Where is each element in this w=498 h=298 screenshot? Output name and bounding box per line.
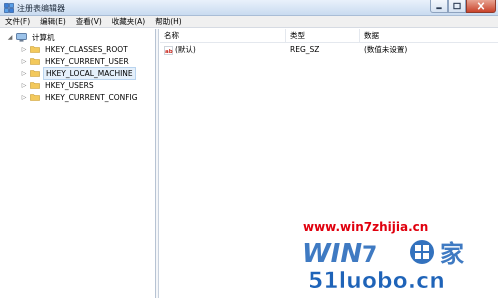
svg-text:WIN: WIN <box>302 239 362 269</box>
folder-icon <box>30 94 40 101</box>
expand-arrow-icon[interactable]: ▷ <box>20 93 28 101</box>
value-type: REG_SZ <box>290 45 320 54</box>
expand-arrow-icon[interactable]: ▷ <box>20 69 28 77</box>
watermark-logo: WIN 7 家 51luobo.cn <box>302 239 464 294</box>
tree-item-hkey-local-machine[interactable]: ▷ HKEY_LOCAL_MACHINE <box>20 66 136 80</box>
menu-edit[interactable]: 编辑(E) <box>35 16 71 28</box>
menu-help[interactable]: 帮助(H) <box>150 16 187 28</box>
menu-favorites[interactable]: 收藏夹(A) <box>107 16 150 28</box>
tree-label-computer: 计算机 <box>32 32 55 42</box>
maximize-button[interactable] <box>448 0 466 13</box>
window-title: 注册表编辑器 <box>17 4 65 13</box>
tree-item-hkey-current-user[interactable]: ▷ HKEY_CURRENT_USER <box>20 55 131 67</box>
window-controls <box>430 0 496 14</box>
svg-text:家: 家 <box>440 240 464 268</box>
key-tree[interactable]: ◢ 计算机 ▷ HKEY_CLASSES_ROOT ▷ HKEY_CURRENT… <box>2 29 156 298</box>
maximize-icon <box>453 2 461 10</box>
column-header-type[interactable]: 类型 <box>286 29 360 43</box>
menu-bar: 文件(F) 编辑(E) 查看(V) 收藏夹(A) 帮助(H) <box>0 16 498 28</box>
tree-label-selected: HKEY_LOCAL_MACHINE <box>43 66 136 80</box>
expand-arrow-icon[interactable]: ▷ <box>20 45 28 53</box>
tree-label: HKEY_CURRENT_USER <box>45 56 129 66</box>
expand-arrow-icon[interactable]: ▷ <box>20 81 28 89</box>
computer-icon <box>16 32 27 42</box>
folder-icon <box>30 82 40 89</box>
regedit-icon <box>4 3 14 13</box>
column-header-data[interactable]: 数据 <box>360 29 498 43</box>
tree-item-hkey-users[interactable]: ▷ HKEY_USERS <box>20 79 96 91</box>
title-bar[interactable]: 注册表编辑器 <box>0 0 498 16</box>
watermark-url: www.win7zhijia.cn <box>303 220 429 234</box>
tree-item-hkey-current-config[interactable]: ▷ HKEY_CURRENT_CONFIG <box>20 91 140 103</box>
menu-view[interactable]: 查看(V) <box>71 16 107 28</box>
folder-icon <box>30 46 40 53</box>
tree-item-hkey-classes-root[interactable]: ▷ HKEY_CLASSES_ROOT <box>20 43 130 55</box>
menu-file[interactable]: 文件(F) <box>0 16 35 28</box>
minimize-button[interactable] <box>430 0 448 13</box>
collapse-arrow-icon[interactable]: ◢ <box>6 33 14 41</box>
value-name-cell: ab (默认) <box>164 44 196 56</box>
tree-label: HKEY_CURRENT_CONFIG <box>45 92 138 102</box>
close-icon <box>477 2 485 10</box>
tree-label: HKEY_USERS <box>45 80 94 90</box>
expand-arrow-icon[interactable]: ▷ <box>20 57 28 65</box>
string-value-icon: ab <box>164 45 173 55</box>
folder-icon <box>30 70 40 77</box>
list-header: 名称 类型 数据 <box>160 29 498 43</box>
value-data: (数值未设置) <box>364 45 408 54</box>
pane-splitter[interactable] <box>156 29 159 298</box>
tree-item-computer[interactable]: ◢ 计算机 <box>6 31 57 43</box>
list-item[interactable]: ab (默认) REG_SZ (数值未设置) <box>160 44 498 56</box>
svg-text:7: 7 <box>362 243 377 268</box>
close-button[interactable] <box>466 0 496 13</box>
column-header-name[interactable]: 名称 <box>160 29 286 43</box>
minimize-icon <box>436 7 442 10</box>
folder-icon <box>30 58 40 65</box>
svg-text:ab: ab <box>165 48 173 54</box>
watermark-site: 51luobo.cn <box>308 269 445 294</box>
value-name: (默认) <box>175 45 196 54</box>
tree-label: HKEY_CLASSES_ROOT <box>45 44 128 54</box>
